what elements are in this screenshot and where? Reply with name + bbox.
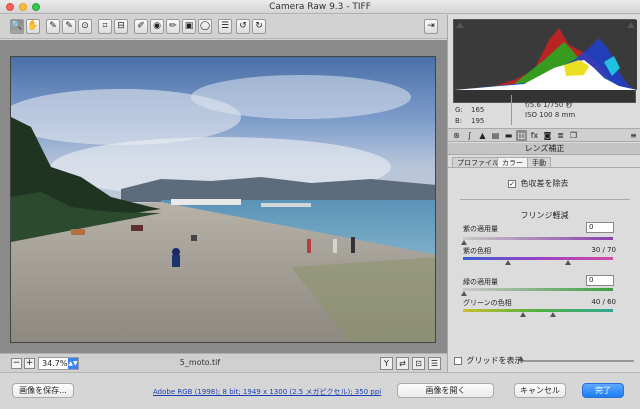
purple-hue-label: 紫の色相: [463, 247, 491, 255]
spot-removal-icon[interactable]: ✐: [134, 19, 148, 34]
rotate-cw-icon[interactable]: ↻: [252, 19, 266, 34]
toolbar: 🔍 ✋ ✎ ✎ ⊙ ⌗ ⊟ ✐ ◉ ✏ ▣ ◯ ☰ ↺ ↻ ⇥: [0, 15, 447, 39]
preview-image[interactable]: [10, 56, 436, 343]
readout-divider: [511, 95, 512, 125]
zoom-in-button[interactable]: +: [24, 358, 35, 369]
zoom-icon[interactable]: 🔍: [10, 19, 24, 34]
before-after-icon[interactable]: Y: [380, 357, 393, 370]
grid-checkbox[interactable]: [454, 356, 462, 365]
purple-hue-thumb-max[interactable]: [565, 260, 571, 265]
red-eye-icon[interactable]: ◉: [150, 19, 164, 34]
grid-size-slider[interactable]: [521, 360, 634, 362]
swap-settings-icon[interactable]: ⇄: [396, 357, 409, 370]
green-hue-thumb-max[interactable]: [550, 312, 556, 317]
green-amount-thumb[interactable]: [461, 291, 467, 296]
iso-focal: ISO 100 8 mm: [525, 111, 576, 119]
purple-amount-slider[interactable]: [463, 237, 613, 240]
workflow-options-link[interactable]: Adobe RGB (1998); 8 bit; 1949 x 1300 (2.…: [153, 387, 381, 397]
purple-hue-value: 30 / 70: [591, 246, 616, 254]
straighten-icon[interactable]: ⊟: [114, 19, 128, 34]
effects-tab-icon[interactable]: fx: [529, 130, 540, 141]
purple-hue-thumb-min[interactable]: [505, 260, 511, 265]
panel-tab-icons: ⊛ ∫ ▲ ▤ ▬ ◫ fx ◙ ≣ ❐ ≡: [448, 128, 640, 142]
cancel-button[interactable]: キャンセル: [514, 383, 566, 398]
b-value: 195: [471, 117, 485, 125]
g-label: G:: [455, 106, 463, 114]
histogram: [453, 19, 637, 103]
detail-tab-icon[interactable]: ▲: [477, 130, 488, 141]
green-hue-slider[interactable]: [463, 309, 613, 312]
view-settings-icon[interactable]: ☰: [428, 357, 441, 370]
tone-curve-tab-icon[interactable]: ∫: [464, 130, 475, 141]
highlight-clip-icon[interactable]: [627, 22, 635, 28]
preferences-icon[interactable]: ☰: [218, 19, 232, 34]
zoom-select[interactable]: 34.7% ▲▼: [38, 357, 79, 370]
section-divider: [460, 199, 630, 200]
green-amount-label: 緑の適用量: [463, 278, 498, 286]
green-hue-value: 40 / 60: [591, 298, 616, 306]
color-readout: R: 149 G: 165 B: 195 f/5.6 1/750 秒 ISO 1…: [453, 93, 636, 128]
eyedropper-icon[interactable]: ✎: [46, 19, 60, 34]
right-panel: R: 149 G: 165 B: 195 f/5.6 1/750 秒 ISO 1…: [447, 15, 640, 372]
green-hue-thumb-min[interactable]: [520, 312, 526, 317]
copy-settings-icon[interactable]: ⊡: [412, 357, 425, 370]
green-amount-slider[interactable]: [463, 288, 613, 291]
remove-ca-label: 色収差を除去: [520, 179, 569, 188]
purple-hue-slider[interactable]: [463, 257, 613, 260]
green-hue-label: グリーンの色相: [463, 299, 512, 307]
b-label: B:: [455, 117, 463, 125]
chevron-down-icon: ▲▼: [68, 358, 78, 369]
green-amount-input[interactable]: 0: [586, 275, 614, 286]
subtab-color[interactable]: カラー: [497, 157, 528, 167]
hand-icon[interactable]: ✋: [26, 19, 40, 34]
grid-label: グリッドを表示: [466, 356, 523, 365]
preview-status-bar: − + 34.7% ▲▼ 5_moto.tif Y ⇄ ⊡ ☰: [0, 353, 447, 372]
fringe-title: フリンジ軽減: [520, 211, 569, 220]
basic-tab-icon[interactable]: ⊛: [451, 130, 462, 141]
camera-calibration-tab-icon[interactable]: ◙: [542, 130, 553, 141]
remove-ca-row[interactable]: ✓ 色収差を除去: [508, 178, 569, 189]
zoom-value: 34.7%: [42, 359, 68, 368]
grid-size-thumb[interactable]: [518, 356, 524, 361]
r-label: R:: [455, 95, 463, 103]
hsl-tab-icon[interactable]: ▤: [490, 130, 501, 141]
title-bar: Camera Raw 9.3 - TIFF: [0, 0, 640, 14]
close-window-button[interactable]: [6, 3, 14, 11]
done-button[interactable]: 完了: [582, 383, 624, 398]
save-image-button[interactable]: 画像を保存...: [12, 383, 74, 398]
crop-icon[interactable]: ⌗: [98, 19, 112, 34]
g-value: 165: [471, 106, 485, 114]
open-image-button[interactable]: 画像を開く: [397, 383, 494, 398]
r-value: 149: [471, 95, 485, 103]
purple-amount-label: 紫の適用量: [463, 225, 498, 233]
bottom-bar: 画像を保存... Adobe RGB (1998); 8 bit; 1949 x…: [0, 372, 640, 409]
panel-title: レンズ補正: [448, 143, 640, 155]
window-title: Camera Raw 9.3 - TIFF: [269, 2, 371, 12]
lens-correction-tab-icon[interactable]: ◫: [516, 130, 527, 141]
subtab-divider: [448, 167, 640, 168]
minimize-window-button[interactable]: [19, 3, 27, 11]
presets-tab-icon[interactable]: ≣: [555, 130, 566, 141]
zoom-out-button[interactable]: −: [11, 358, 22, 369]
export-icon[interactable]: ⇥: [424, 19, 438, 34]
radial-filter-icon[interactable]: ◯: [198, 19, 212, 34]
maximize-window-button[interactable]: [32, 3, 40, 11]
filename-label: 5_moto.tif: [179, 358, 221, 367]
aperture-shutter: f/5.6 1/750 秒: [525, 101, 573, 109]
remove-ca-checkbox[interactable]: ✓: [508, 179, 516, 188]
snapshots-tab-icon[interactable]: ❐: [568, 130, 579, 141]
color-sampler-icon[interactable]: ✎: [62, 19, 76, 34]
graduated-filter-icon[interactable]: ▣: [182, 19, 196, 34]
rotate-ccw-icon[interactable]: ↺: [236, 19, 250, 34]
brush-icon[interactable]: ✏: [166, 19, 180, 34]
shadow-clip-icon[interactable]: [456, 22, 464, 28]
purple-amount-input[interactable]: 0: [586, 222, 614, 233]
purple-amount-thumb[interactable]: [461, 240, 467, 245]
panel-menu-icon[interactable]: ≡: [628, 130, 639, 141]
target-adjust-icon[interactable]: ⊙: [78, 19, 92, 34]
preview-area: [0, 40, 447, 353]
subtab-manual[interactable]: 手動: [527, 157, 551, 167]
split-toning-tab-icon[interactable]: ▬: [503, 130, 514, 141]
grid-row[interactable]: グリッドを表示: [454, 355, 523, 366]
